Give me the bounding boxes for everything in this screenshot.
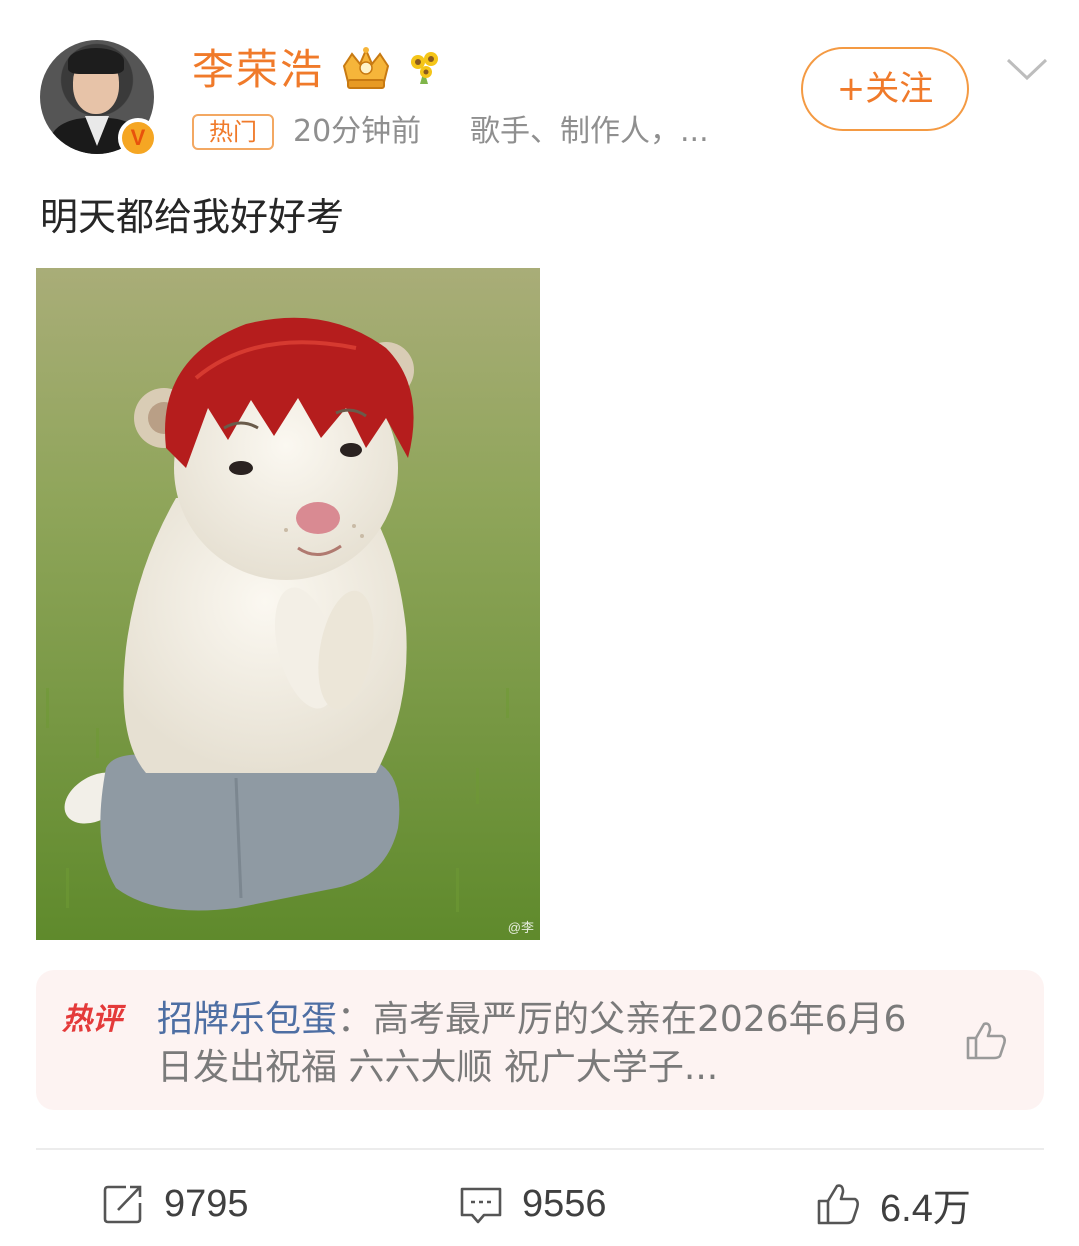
comment-icon bbox=[460, 1187, 502, 1224]
username[interactable]: 李荣浩 bbox=[192, 40, 324, 100]
like-icon bbox=[817, 1184, 859, 1225]
verified-badge-icon: V bbox=[118, 118, 158, 158]
author-description: 歌手、制作人，... bbox=[470, 114, 709, 149]
sunflower-bouquet-icon bbox=[411, 52, 438, 84]
like-count: 6.4万 bbox=[880, 1187, 971, 1230]
post-image[interactable]: @李 bbox=[36, 268, 540, 940]
chevron-down-icon[interactable] bbox=[1004, 54, 1050, 84]
thumbs-up-icon[interactable] bbox=[962, 1016, 1010, 1064]
comment-count: 9556 bbox=[522, 1182, 607, 1225]
hot-tag: 热门 bbox=[192, 114, 274, 150]
hot-comment-author[interactable]: 招牌乐包蛋 bbox=[157, 999, 337, 1040]
follow-button[interactable]: +关注 bbox=[801, 47, 969, 131]
dog-with-red-wig-illustration bbox=[36, 268, 540, 940]
repost-icon bbox=[103, 1185, 142, 1224]
comment-button[interactable]: 9556 bbox=[458, 1176, 607, 1232]
divider bbox=[36, 1148, 1044, 1150]
post-time: 20分钟前 bbox=[293, 114, 422, 149]
repost-count: 9795 bbox=[164, 1182, 249, 1225]
post-text: 明天都给我好好考 bbox=[40, 195, 345, 239]
repost-button[interactable]: 9795 bbox=[100, 1176, 249, 1232]
crown-icon bbox=[342, 47, 390, 89]
like-button[interactable]: 6.4万 bbox=[816, 1176, 971, 1232]
image-watermark: @李 bbox=[507, 920, 534, 935]
hot-comment-text: 招牌乐包蛋：高考最严厉的父亲在2026年6月6日发出祝福 六六大顺 祝广大学子.… bbox=[157, 999, 907, 1088]
hot-comment-label: 热评 bbox=[62, 1002, 122, 1037]
